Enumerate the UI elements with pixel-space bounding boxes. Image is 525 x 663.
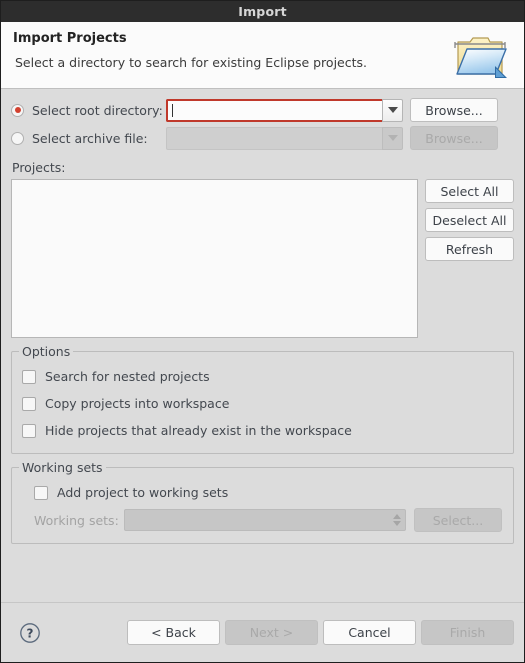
radio-button-root-directory-icon[interactable] xyxy=(11,103,24,117)
working-sets-combo-label: Working sets: xyxy=(34,512,119,528)
checkbox-label: Search for nested projects xyxy=(45,369,210,384)
radio-label-archive-file: Select archive file: xyxy=(32,130,148,146)
chevron-down-icon xyxy=(387,135,398,141)
projects-list[interactable] xyxy=(11,179,418,338)
text-caret xyxy=(172,103,173,117)
archive-file-dropdown-button xyxy=(382,126,403,150)
next-button: Next > xyxy=(225,620,318,645)
page-title: Import Projects xyxy=(13,31,127,46)
spinner-down-icon xyxy=(393,521,401,526)
cancel-button[interactable]: Cancel xyxy=(323,620,416,645)
deselect-all-button[interactable]: Deselect All xyxy=(425,208,514,232)
checkbox-hide-existing-projects[interactable]: Hide projects that already exist in the … xyxy=(22,417,503,444)
root-directory-dropdown-button[interactable] xyxy=(382,98,403,122)
checkbox-search-nested-projects[interactable]: Search for nested projects xyxy=(22,363,503,390)
help-question-icon[interactable]: ? xyxy=(19,622,41,644)
refresh-button[interactable]: Refresh xyxy=(425,237,514,261)
radio-label-root-directory: Select root directory: xyxy=(32,102,163,118)
finish-button: Finish xyxy=(421,620,514,645)
window-title: Import xyxy=(238,4,287,19)
archive-file-row: Select archive file: Browse... xyxy=(11,124,514,152)
radio-button-archive-file-icon[interactable] xyxy=(11,131,24,145)
radio-select-archive-file[interactable]: Select archive file: xyxy=(11,131,166,146)
spinner-up-icon xyxy=(393,514,401,519)
svg-text:?: ? xyxy=(27,626,34,640)
archive-file-input xyxy=(166,126,382,150)
dialog-body: Select root directory: Browse... Select … xyxy=(1,89,524,602)
projects-area: Select All Deselect All Refresh xyxy=(11,179,514,338)
radio-select-root-directory[interactable]: Select root directory: xyxy=(11,103,166,118)
select-all-button[interactable]: Select All xyxy=(425,179,514,203)
page-description: Select a directory to search for existin… xyxy=(15,55,367,70)
working-sets-select-button: Select... xyxy=(414,508,502,532)
working-sets-combo xyxy=(124,509,406,531)
options-group: Options Search for nested projects Copy … xyxy=(11,344,514,454)
wizard-buttons: < Back Next > Cancel Finish xyxy=(127,620,514,645)
root-directory-row: Select root directory: Browse... xyxy=(11,96,514,124)
checkbox-label: Hide projects that already exist in the … xyxy=(45,423,352,438)
checkbox-copy-projects-into-workspace[interactable]: Copy projects into workspace xyxy=(22,390,503,417)
browse-archive-file-button: Browse... xyxy=(410,126,498,150)
checkbox-label: Add project to working sets xyxy=(57,485,229,500)
working-sets-group-title: Working sets xyxy=(19,460,106,475)
checkbox-icon[interactable] xyxy=(34,485,48,500)
projects-list-buttons: Select All Deselect All Refresh xyxy=(425,179,514,261)
wizard-header: Import Projects Select a directory to se… xyxy=(1,22,524,89)
checkbox-icon[interactable] xyxy=(22,396,36,411)
back-button[interactable]: < Back xyxy=(127,620,220,645)
working-sets-group: Working sets Add project to working sets… xyxy=(11,460,514,544)
options-group-title: Options xyxy=(19,344,74,359)
import-folder-icon xyxy=(450,30,512,84)
archive-file-combo xyxy=(166,126,403,150)
browse-root-directory-button[interactable]: Browse... xyxy=(410,98,498,122)
root-directory-input[interactable] xyxy=(166,98,382,122)
window-titlebar: Import xyxy=(1,1,524,22)
dialog-footer: ? < Back Next > Cancel Finish xyxy=(1,602,524,662)
working-sets-selection-row: Working sets: Select... xyxy=(22,506,503,534)
checkbox-add-project-to-working-sets[interactable]: Add project to working sets xyxy=(22,479,503,506)
projects-label: Projects: xyxy=(12,160,66,175)
checkbox-icon[interactable] xyxy=(22,369,36,384)
root-directory-combo[interactable] xyxy=(166,98,403,122)
checkbox-label: Copy projects into workspace xyxy=(45,396,230,411)
spinner-up-down-icon xyxy=(393,514,401,526)
import-dialog: Import Import Projects Select a director… xyxy=(0,0,525,663)
chevron-down-icon xyxy=(387,107,398,113)
checkbox-icon[interactable] xyxy=(22,423,36,438)
